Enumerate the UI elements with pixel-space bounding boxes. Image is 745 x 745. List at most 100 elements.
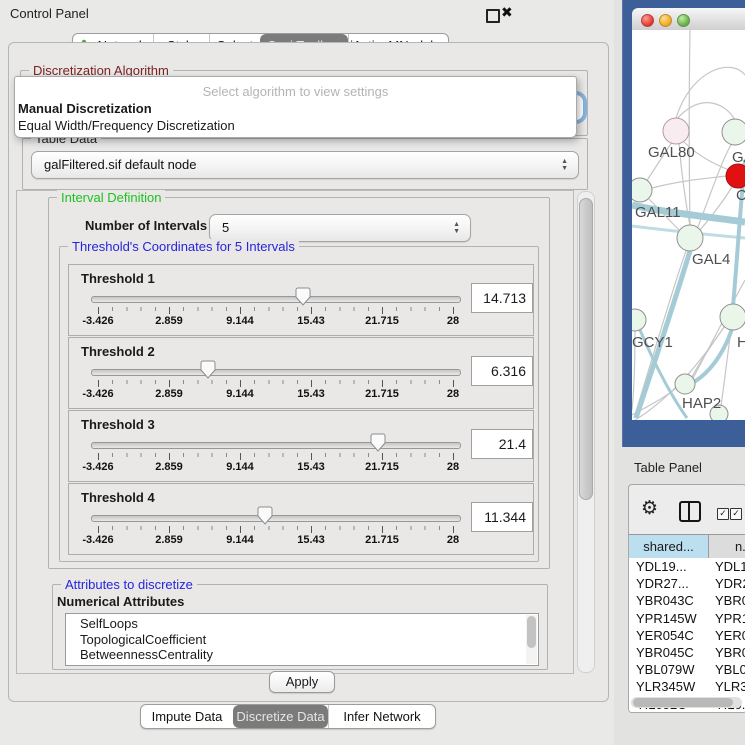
axis-tick-label: 21.715 bbox=[365, 388, 399, 400]
cell: YDL19... bbox=[629, 558, 708, 575]
table-data-combobox[interactable]: galFiltered.sif default node ▲▼ bbox=[31, 151, 579, 179]
list-item[interactable]: TopologicalCoefficient bbox=[66, 632, 538, 648]
network-node[interactable] bbox=[722, 119, 745, 145]
threshold-slider-thumb[interactable] bbox=[295, 287, 311, 306]
zoom-traffic-light-icon[interactable] bbox=[677, 14, 690, 27]
group-label: Threshold's Coordinates for 5 Intervals bbox=[68, 239, 299, 254]
network-canvas[interactable]: GAL80 GA GAL11 GAL4 GCY1 H HAP2 C bbox=[632, 30, 745, 420]
threshold-slider-thumb[interactable] bbox=[257, 506, 273, 525]
slider-minor-ticks bbox=[98, 453, 455, 457]
network-node-gal80[interactable] bbox=[663, 118, 689, 144]
network-window-titlebar[interactable] bbox=[632, 8, 745, 31]
float-window-icon[interactable] bbox=[486, 9, 500, 23]
gear-icon[interactable]: ⚙ bbox=[641, 499, 658, 518]
threshold-label: Threshold 3 bbox=[81, 417, 155, 432]
major-tick bbox=[169, 380, 170, 387]
number-of-intervals-value: 5 bbox=[222, 220, 229, 235]
table-horizontal-scrollbar[interactable] bbox=[631, 697, 742, 708]
threshold-slider-track[interactable] bbox=[91, 442, 461, 449]
popup-option-manual[interactable]: Manual Discretization bbox=[18, 101, 152, 116]
tab-infer-network[interactable]: Infer Network bbox=[328, 705, 435, 728]
minimize-traffic-light-icon[interactable] bbox=[659, 14, 672, 27]
checkbox-icon[interactable]: ✓ bbox=[730, 508, 742, 520]
major-tick bbox=[311, 453, 312, 460]
tab-discretize-data[interactable]: Discretize Data bbox=[233, 705, 328, 728]
major-tick bbox=[382, 453, 383, 460]
split-view-icon[interactable] bbox=[679, 501, 701, 522]
threshold-slider-track[interactable] bbox=[91, 296, 461, 303]
axis-tick-label: -3.426 bbox=[82, 388, 113, 400]
table-row[interactable]: YDL19...YDL1... bbox=[629, 558, 745, 575]
table-data-group: Table Data galFiltered.sif default node … bbox=[22, 138, 588, 190]
network-node-selected[interactable] bbox=[726, 164, 745, 188]
scrollbar-thumb[interactable] bbox=[527, 616, 536, 648]
threshold-panel-4: Threshold 4 -3.426 2.859 9.144 15.43 21.… bbox=[68, 483, 534, 555]
network-node-h[interactable] bbox=[720, 304, 745, 330]
checkbox-icon[interactable]: ✓ bbox=[717, 508, 729, 520]
threshold-slider-track[interactable] bbox=[91, 515, 461, 522]
major-tick bbox=[169, 307, 170, 314]
table-row[interactable]: YER054CYER0... bbox=[629, 627, 745, 644]
scrollbar-thumb[interactable] bbox=[579, 198, 593, 500]
column-header-name[interactable]: n... bbox=[709, 535, 745, 558]
axis-tick-label: 2.859 bbox=[155, 388, 183, 400]
major-tick bbox=[169, 526, 170, 533]
table-row[interactable]: YBR043CYBR0... bbox=[629, 592, 745, 609]
threshold-panel-2: Threshold 2 -3.426 2.859 9.144 15.43 21.… bbox=[68, 337, 534, 409]
network-node-gcy1[interactable] bbox=[632, 309, 646, 331]
threshold-slider-thumb[interactable] bbox=[370, 433, 386, 452]
major-tick bbox=[169, 453, 170, 460]
major-tick bbox=[453, 453, 454, 460]
threshold-value-field[interactable]: 11.344 bbox=[471, 502, 533, 532]
axis-tick-label: 15.43 bbox=[297, 388, 325, 400]
axis-tick-label: -3.426 bbox=[82, 315, 113, 327]
number-of-intervals-combobox[interactable]: 5 ▲▼ bbox=[209, 214, 471, 242]
close-icon[interactable]: ✖ bbox=[501, 4, 513, 21]
table-row[interactable]: YBR045CYBR0... bbox=[629, 644, 745, 661]
network-node-hap2[interactable] bbox=[675, 374, 695, 394]
threshold-value-field[interactable]: 14.713 bbox=[471, 283, 533, 313]
major-tick bbox=[98, 453, 99, 460]
axis-tick-label: -3.426 bbox=[82, 461, 113, 473]
major-tick bbox=[240, 453, 241, 460]
cell: YLR3... bbox=[708, 678, 745, 695]
threshold-slider-thumb[interactable] bbox=[200, 360, 216, 379]
axis-tick-label: 9.144 bbox=[226, 534, 254, 546]
node-label: GAL80 bbox=[648, 144, 695, 161]
settings-vertical-scrollbar[interactable] bbox=[577, 191, 595, 673]
axis-tick-label: -3.426 bbox=[82, 534, 113, 546]
axis-tick-label: 9.144 bbox=[226, 461, 254, 473]
major-tick bbox=[311, 526, 312, 533]
table-data-value: galFiltered.sif default node bbox=[44, 157, 196, 172]
list-item[interactable]: BetweennessCentrality bbox=[66, 647, 538, 663]
table-row[interactable]: YDR27...YDR2... bbox=[629, 575, 745, 592]
major-tick bbox=[311, 307, 312, 314]
column-header-shared[interactable]: shared... bbox=[629, 535, 709, 558]
list-vertical-scrollbar[interactable] bbox=[526, 615, 537, 664]
scrollbar-thumb[interactable] bbox=[633, 698, 733, 707]
close-traffic-light-icon[interactable] bbox=[641, 14, 654, 27]
threshold-value-field[interactable]: 6.316 bbox=[471, 356, 533, 386]
cell: YDR27... bbox=[629, 575, 708, 592]
axis-tick-label: 21.715 bbox=[365, 534, 399, 546]
cell: YER0... bbox=[708, 627, 745, 644]
threshold-label: Threshold 1 bbox=[81, 271, 155, 286]
apply-button[interactable]: Apply bbox=[269, 671, 335, 693]
threshold-value-field[interactable]: 21.4 bbox=[471, 429, 533, 459]
table-row[interactable]: YLR345WYLR3... bbox=[629, 678, 745, 695]
network-node-gal4[interactable] bbox=[677, 225, 703, 251]
threshold-label: Threshold 2 bbox=[81, 344, 155, 359]
network-node-gal11[interactable] bbox=[632, 178, 652, 202]
numerical-attributes-label: Numerical Attributes bbox=[57, 594, 184, 609]
node-label: C bbox=[736, 187, 745, 204]
axis-tick-label: 21.715 bbox=[365, 461, 399, 473]
threshold-slider-track[interactable] bbox=[91, 369, 461, 376]
bottom-tab-bar: Impute Data Discretize Data Infer Networ… bbox=[140, 704, 436, 729]
popup-option-equal-width[interactable]: Equal Width/Frequency Discretization bbox=[18, 118, 235, 133]
tab-impute-data[interactable]: Impute Data bbox=[141, 705, 233, 728]
axis-tick-label: 2.859 bbox=[155, 315, 183, 327]
table-row[interactable]: YPR145WYPR1... bbox=[629, 610, 745, 627]
list-item[interactable]: SelfLoops bbox=[66, 614, 538, 632]
table-body: YDL19...YDL1... YDR27...YDR2... YBR043CY… bbox=[629, 558, 745, 713]
table-row[interactable]: YBL079WYBL0... bbox=[629, 661, 745, 678]
